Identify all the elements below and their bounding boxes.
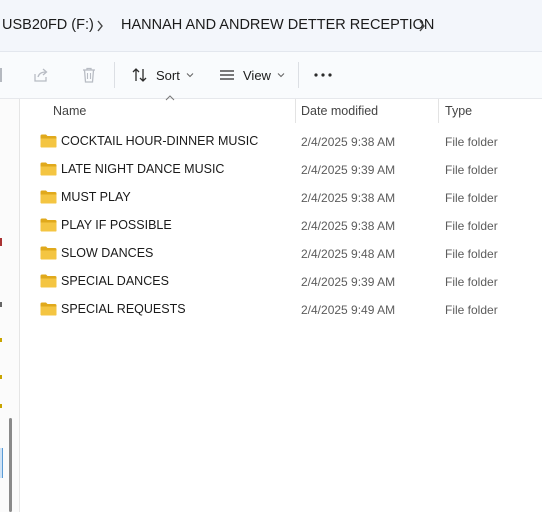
list-item[interactable]: SPECIAL DANCES 2/4/2025 9:39 AM File fol… bbox=[36, 269, 542, 295]
toolbar-divider bbox=[298, 62, 299, 88]
folder-icon bbox=[40, 302, 57, 316]
nav-pane-fragment bbox=[0, 238, 2, 246]
file-type: File folder bbox=[445, 191, 498, 205]
list-item[interactable]: LATE NIGHT DANCE MUSIC 2/4/2025 9:39 AM … bbox=[36, 157, 542, 183]
nav-pane-fragment bbox=[0, 404, 2, 408]
nav-pane-fragment bbox=[0, 338, 2, 342]
list-item[interactable]: SLOW DANCES 2/4/2025 9:48 AM File folder bbox=[36, 241, 542, 267]
file-name: SLOW DANCES bbox=[61, 246, 154, 260]
file-date-modified: 2/4/2025 9:39 AM bbox=[301, 275, 396, 289]
file-type: File folder bbox=[445, 275, 498, 289]
file-name: COCKTAIL HOUR-DINNER MUSIC bbox=[61, 134, 259, 148]
column-header-date-modified[interactable]: Date modified bbox=[301, 104, 378, 118]
sort-icon bbox=[132, 68, 147, 82]
breadcrumb-drive[interactable]: USB20FD (F:) bbox=[2, 17, 94, 33]
file-type: File folder bbox=[445, 163, 498, 177]
cut-off-icon bbox=[0, 68, 2, 82]
folder-icon bbox=[40, 162, 57, 176]
file-type: File folder bbox=[445, 219, 498, 233]
share-icon[interactable] bbox=[32, 66, 50, 84]
view-icon bbox=[220, 70, 234, 80]
file-date-modified: 2/4/2025 9:38 AM bbox=[301, 219, 396, 233]
file-date-modified: 2/4/2025 9:49 AM bbox=[301, 303, 396, 317]
file-type: File folder bbox=[445, 303, 498, 317]
chevron-down-icon bbox=[277, 73, 285, 78]
file-name: LATE NIGHT DANCE MUSIC bbox=[61, 162, 225, 176]
file-name: SPECIAL DANCES bbox=[61, 274, 169, 288]
chevron-down-icon bbox=[186, 73, 194, 78]
file-date-modified: 2/4/2025 9:48 AM bbox=[301, 247, 396, 261]
file-date-modified: 2/4/2025 9:38 AM bbox=[301, 191, 396, 205]
file-name: SPECIAL REQUESTS bbox=[61, 302, 186, 316]
more-icon[interactable] bbox=[313, 71, 333, 79]
folder-icon bbox=[40, 190, 57, 204]
file-date-modified: 2/4/2025 9:39 AM bbox=[301, 163, 396, 177]
file-type: File folder bbox=[445, 135, 498, 149]
trash-icon[interactable] bbox=[80, 66, 98, 84]
file-type: File folder bbox=[445, 247, 498, 261]
nav-pane-fragment bbox=[0, 302, 2, 307]
sort-ascending-icon bbox=[165, 95, 175, 101]
view-label: View bbox=[243, 67, 271, 83]
file-name: PLAY IF POSSIBLE bbox=[61, 218, 172, 232]
column-header-type[interactable]: Type bbox=[445, 104, 472, 118]
folder-icon bbox=[40, 134, 57, 148]
list-item[interactable]: MUST PLAY 2/4/2025 9:38 AM File folder bbox=[36, 185, 542, 211]
nav-pane-selection bbox=[0, 448, 3, 478]
toolbar-divider bbox=[114, 62, 115, 88]
list-item[interactable]: COCKTAIL HOUR-DINNER MUSIC 2/4/2025 9:38… bbox=[36, 129, 542, 155]
list-item[interactable]: PLAY IF POSSIBLE 2/4/2025 9:38 AM File f… bbox=[36, 213, 542, 239]
view-button[interactable]: View bbox=[218, 62, 285, 88]
folder-icon bbox=[40, 218, 57, 232]
folder-icon bbox=[40, 246, 57, 260]
file-date-modified: 2/4/2025 9:38 AM bbox=[301, 135, 396, 149]
sort-button[interactable]: Sort bbox=[131, 62, 194, 88]
list-item[interactable]: SPECIAL REQUESTS 2/4/2025 9:49 AM File f… bbox=[36, 297, 542, 323]
chevron-right-icon[interactable] bbox=[417, 19, 427, 33]
column-divider[interactable] bbox=[438, 99, 439, 123]
sort-label: Sort bbox=[156, 67, 180, 83]
column-header-name[interactable]: Name bbox=[53, 104, 86, 118]
nav-pane-scrollbar[interactable] bbox=[9, 418, 12, 512]
nav-pane-fragment bbox=[0, 375, 2, 379]
folder-icon bbox=[40, 274, 57, 288]
file-name: MUST PLAY bbox=[61, 190, 131, 204]
chevron-right-icon[interactable] bbox=[95, 19, 105, 33]
breadcrumb-folder[interactable]: HANNAH AND ANDREW DETTER RECEPTION bbox=[121, 17, 434, 33]
column-divider[interactable] bbox=[295, 99, 296, 123]
address-bar: USB20FD (F:) HANNAH AND ANDREW DETTER RE… bbox=[0, 0, 542, 52]
